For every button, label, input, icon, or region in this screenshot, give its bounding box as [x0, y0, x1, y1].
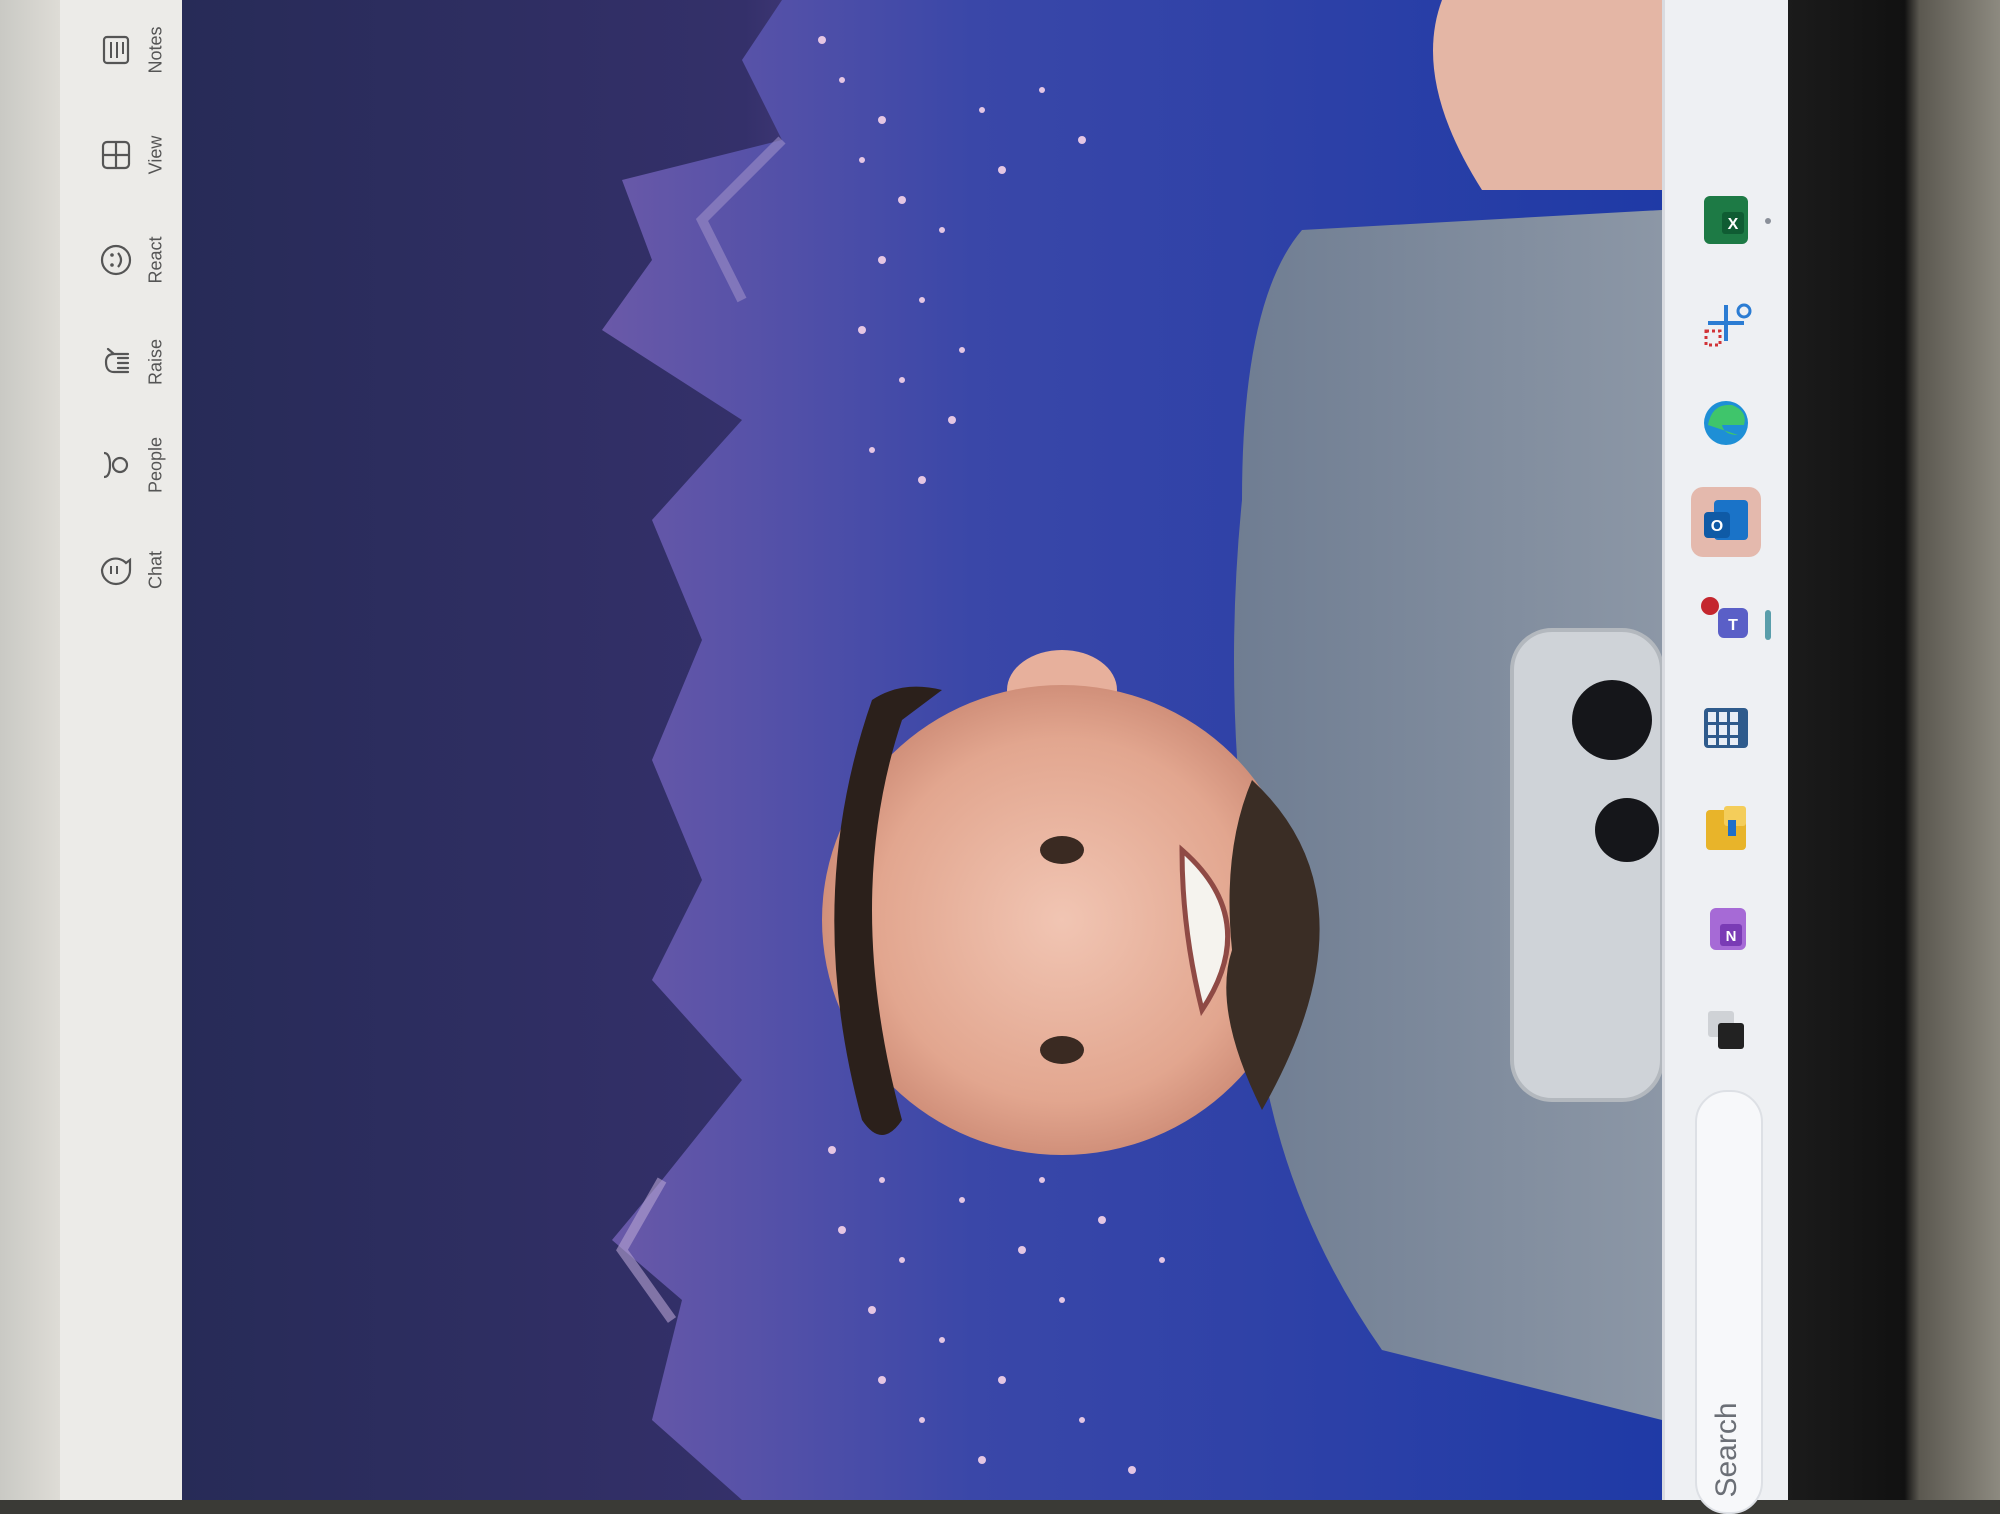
view-label: View [145, 135, 166, 175]
notes-label: Notes [145, 26, 166, 74]
video-feed [182, 0, 1662, 1500]
taskbar-teams[interactable]: T [1691, 585, 1761, 655]
folder-icon [1706, 806, 1746, 850]
monitor-bezel-left [0, 0, 60, 1500]
taskbar-file-explorer[interactable] [1691, 793, 1761, 863]
meeting-toolbar: Chat People Raise React View Notes [60, 0, 186, 1500]
people-icon [103, 451, 129, 479]
taskbar-excel[interactable]: X [1691, 185, 1761, 255]
monitor-bezel-right [1788, 0, 2000, 1500]
onenote-icon: N [1710, 908, 1746, 950]
taskbar-edge[interactable] [1691, 388, 1761, 458]
taskbar-task-view[interactable] [1691, 996, 1761, 1066]
react-button[interactable]: React [78, 210, 178, 310]
person-eye-right [1040, 1036, 1084, 1064]
notes-icon [102, 35, 130, 65]
snipping-tool-icon [1704, 303, 1752, 347]
search-label: Search [1710, 1402, 1743, 1498]
task-view-icon [1708, 1011, 1744, 1049]
view-button[interactable]: View [78, 105, 178, 205]
excel-icon: X [1704, 196, 1748, 244]
raise-hand-button[interactable]: Raise [78, 312, 178, 412]
people-label: People [145, 436, 166, 494]
notes-button[interactable]: Notes [78, 0, 178, 100]
raise-label: Raise [145, 338, 166, 386]
teams-running-indicator [1765, 610, 1771, 640]
taskbar-calculator[interactable] [1691, 693, 1761, 763]
excel-running-dot [1765, 218, 1771, 224]
svg-text:O: O [1711, 518, 1723, 535]
chat-button[interactable]: Chat [78, 520, 178, 620]
taskbar: X O T N Search [1662, 0, 1791, 1514]
taskbar-outlook[interactable]: O [1691, 487, 1761, 557]
calculator-icon [1704, 708, 1748, 748]
people-button[interactable]: People [78, 415, 178, 515]
outlook-icon: O [1704, 500, 1748, 540]
chat-icon [100, 557, 132, 586]
background-scene [602, 0, 1662, 1500]
smiley-icon [100, 244, 132, 276]
svg-text:X: X [1728, 216, 1739, 233]
grid-view-icon [101, 140, 131, 170]
svg-text:N: N [1726, 928, 1737, 945]
teams-icon: T [1701, 597, 1748, 638]
raise-hand-icon [104, 347, 130, 374]
edge-icon [1704, 401, 1748, 445]
taskbar-snipping-tool[interactable] [1691, 288, 1761, 358]
svg-text:T: T [1728, 617, 1738, 634]
taskbar-onenote[interactable]: N [1691, 895, 1761, 965]
react-label: React [145, 236, 166, 284]
chat-label: Chat [145, 550, 166, 590]
person-eye-left [1040, 836, 1084, 864]
